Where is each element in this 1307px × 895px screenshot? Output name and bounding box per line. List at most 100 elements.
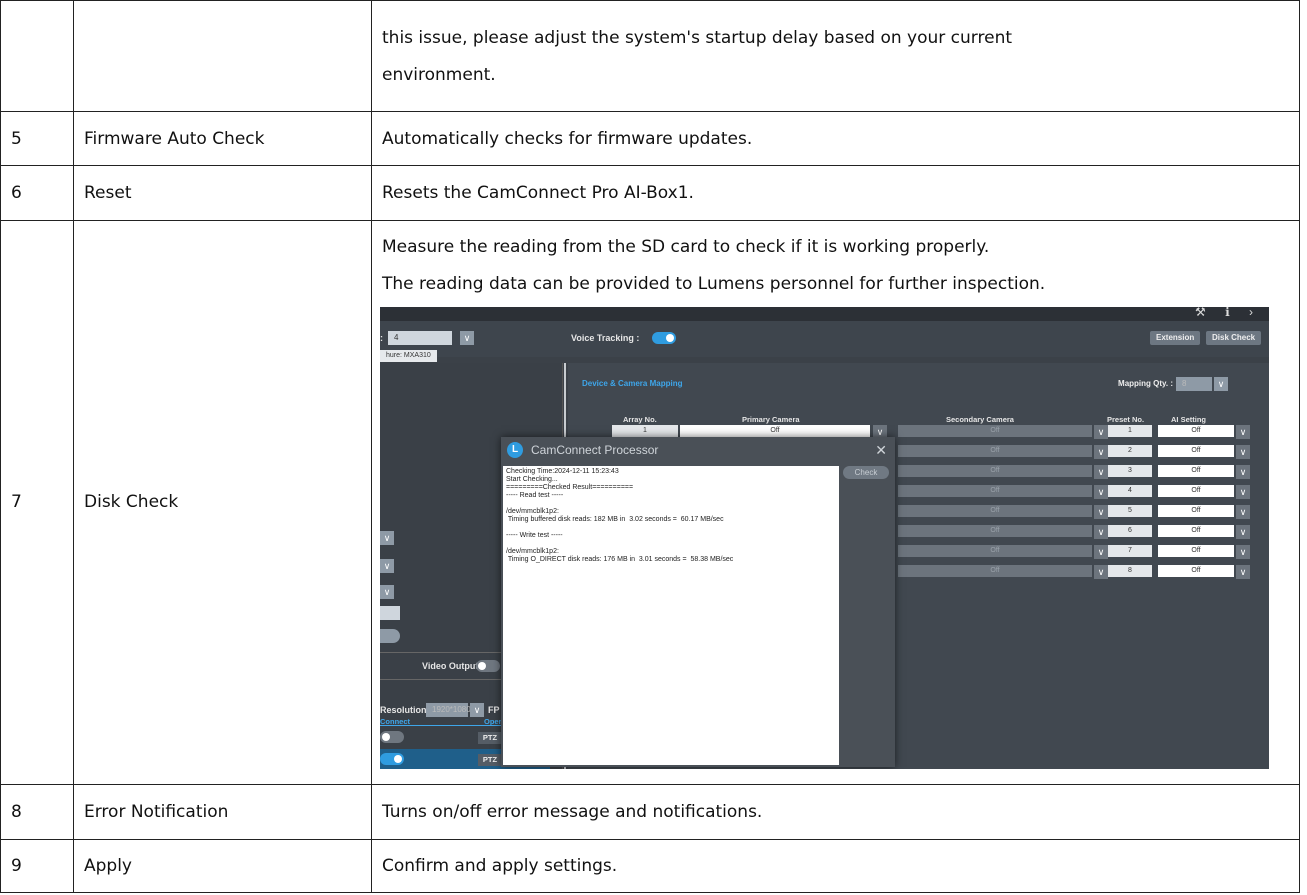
- ai-setting-select[interactable]: Off: [1158, 484, 1234, 497]
- ai-setting-select[interactable]: Off: [1158, 464, 1234, 477]
- settings-table: this issue, please adjust the system's s…: [0, 0, 1300, 894]
- chevron-down-icon[interactable]: ∨: [1094, 564, 1108, 579]
- chevron-down-icon[interactable]: ∨: [1094, 524, 1108, 539]
- ptz-button[interactable]: PTZ: [478, 753, 502, 766]
- mapping-qty-label: Mapping Qty. :: [1118, 378, 1173, 388]
- row-number: [0, 0, 74, 112]
- preset-no-cell: 8: [1108, 564, 1152, 577]
- mapping-title: Device & Camera Mapping: [582, 378, 683, 388]
- dialog-title: CamConnect Processor: [531, 442, 659, 457]
- table-row: 5 Firmware Auto Check Automatically chec…: [0, 110, 1300, 167]
- mapping-qty-select[interactable]: 8: [1176, 376, 1212, 391]
- chevron-down-icon[interactable]: ∨: [1236, 484, 1250, 499]
- ai-setting-select[interactable]: Off: [1158, 444, 1234, 457]
- secondary-camera-header: Secondary Camera: [946, 414, 1014, 424]
- description-line: this issue, please adjust the system's s…: [382, 27, 1013, 48]
- description-line: environment.: [382, 64, 496, 85]
- close-icon[interactable]: ✕: [875, 437, 887, 463]
- video-output-toggle[interactable]: [476, 659, 500, 672]
- chevron-down-icon[interactable]: ∨: [1094, 544, 1108, 559]
- pill-toggle[interactable]: [380, 628, 400, 643]
- chevron-down-icon[interactable]: ∨: [380, 584, 394, 599]
- array-select[interactable]: 4: [388, 330, 452, 345]
- chevron-down-icon[interactable]: ∨: [1094, 444, 1108, 459]
- ai-setting-select[interactable]: Off: [1158, 564, 1234, 577]
- chevron-down-icon[interactable]: ∨: [1236, 424, 1250, 439]
- ai-setting-header: AI Setting: [1171, 414, 1206, 424]
- preset-no-cell: 5: [1108, 504, 1152, 517]
- camconnect-dialog: L CamConnect Processor ✕ Checking Time:2…: [501, 436, 895, 767]
- table-row: 8 Error Notification Turns on/off error …: [0, 784, 1300, 840]
- chevron-down-icon[interactable]: ∨: [1236, 464, 1250, 479]
- row-description: Measure the reading from the SD card to …: [371, 219, 1300, 786]
- preset-no-cell: 3: [1108, 464, 1152, 477]
- preset-no-cell: 2: [1108, 444, 1152, 457]
- tab-device[interactable]: hure: MXA310: [380, 349, 437, 362]
- primary-camera-select[interactable]: Off: [680, 424, 870, 437]
- preset-no-header: Preset No.: [1107, 414, 1145, 424]
- chevron-down-icon[interactable]: ∨: [1236, 444, 1250, 459]
- secondary-camera-select[interactable]: Off: [898, 464, 1092, 477]
- chevron-down-icon[interactable]: ∨: [460, 330, 474, 345]
- chevron-down-icon[interactable]: ∨: [1236, 524, 1250, 539]
- disk-check-screenshot: ⚒ ℹ › : 4 ∨ Voice Tracking : Extension D…: [380, 306, 1269, 769]
- row-number: 6: [0, 165, 74, 221]
- row-description: Confirm and apply settings.: [371, 838, 1300, 894]
- secondary-camera-select[interactable]: Off: [898, 444, 1092, 457]
- row-name: [73, 0, 372, 112]
- secondary-camera-select[interactable]: Off: [898, 544, 1092, 557]
- connect-toggle[interactable]: [380, 730, 404, 743]
- row-number: 7: [0, 219, 74, 786]
- voice-tracking-label: Voice Tracking :: [571, 332, 640, 343]
- chevron-down-icon[interactable]: ∨: [1236, 544, 1250, 559]
- app-topbar: ⚒ ℹ ›: [380, 306, 1269, 321]
- secondary-camera-select[interactable]: Off: [898, 524, 1092, 537]
- table-row: 9 Apply Confirm and apply settings.: [0, 838, 1300, 894]
- check-button[interactable]: Check: [843, 465, 889, 479]
- resolution-label: Resolution :: [380, 704, 432, 715]
- row-name: Reset: [73, 165, 372, 221]
- disk-check-button[interactable]: Disk Check: [1206, 330, 1262, 345]
- table-row: 6 Reset Resets the CamConnect Pro AI-Box…: [0, 165, 1300, 221]
- chevron-down-icon[interactable]: ∨: [1236, 564, 1250, 579]
- chevron-down-icon[interactable]: ∨: [1094, 504, 1108, 519]
- secondary-camera-select[interactable]: Off: [898, 484, 1092, 497]
- control-row: : 4 ∨ Voice Tracking : Extension Disk Ch…: [380, 320, 1269, 357]
- video-output-label: Video Output: [422, 660, 479, 671]
- chevron-down-icon[interactable]: ∨: [1236, 504, 1250, 519]
- chevron-down-icon[interactable]: ∨: [380, 558, 394, 573]
- fps-label: FP: [488, 704, 500, 715]
- text-field[interactable]: [380, 605, 400, 620]
- ai-setting-select[interactable]: Off: [1158, 524, 1234, 537]
- settings-icon: ⚒ ℹ ›: [1195, 306, 1261, 319]
- row-description: Automatically checks for firmware update…: [371, 110, 1300, 167]
- secondary-camera-select[interactable]: Off: [898, 424, 1092, 437]
- chevron-down-icon[interactable]: ∨: [1094, 424, 1108, 439]
- array-no-cell: 1: [612, 424, 678, 437]
- table-row: 7 Disk Check Measure the reading from th…: [0, 219, 1300, 786]
- row-description: this issue, please adjust the system's s…: [371, 0, 1300, 112]
- ai-setting-select[interactable]: Off: [1158, 424, 1234, 437]
- primary-camera-header: Primary Camera: [742, 414, 800, 424]
- table-row: this issue, please adjust the system's s…: [0, 0, 1300, 112]
- resolution-select[interactable]: 1920*1080: [426, 702, 471, 717]
- chevron-down-icon[interactable]: ∨: [1094, 484, 1108, 499]
- dialog-titlebar: L CamConnect Processor ✕: [501, 436, 895, 463]
- chevron-down-icon[interactable]: ∨: [470, 702, 484, 717]
- secondary-camera-select[interactable]: Off: [898, 564, 1092, 577]
- row-description: Resets the CamConnect Pro AI-Box1.: [371, 165, 1300, 221]
- connect-toggle[interactable]: [380, 752, 404, 765]
- description-line: Confirm and apply settings.: [382, 855, 618, 876]
- chevron-down-icon[interactable]: ∨: [380, 530, 394, 545]
- lumens-logo-icon: L: [507, 441, 523, 458]
- chevron-down-icon[interactable]: ∨: [1094, 464, 1108, 479]
- voice-tracking-toggle[interactable]: [652, 331, 676, 344]
- ai-setting-select[interactable]: Off: [1158, 504, 1234, 517]
- secondary-camera-select[interactable]: Off: [898, 504, 1092, 517]
- ai-setting-select[interactable]: Off: [1158, 544, 1234, 557]
- description-line: Resets the CamConnect Pro AI-Box1.: [382, 183, 694, 204]
- description-line: Automatically checks for firmware update…: [382, 128, 753, 149]
- ptz-button[interactable]: PTZ: [478, 731, 502, 744]
- extension-button[interactable]: Extension: [1150, 330, 1201, 345]
- chevron-down-icon[interactable]: ∨: [1214, 376, 1228, 391]
